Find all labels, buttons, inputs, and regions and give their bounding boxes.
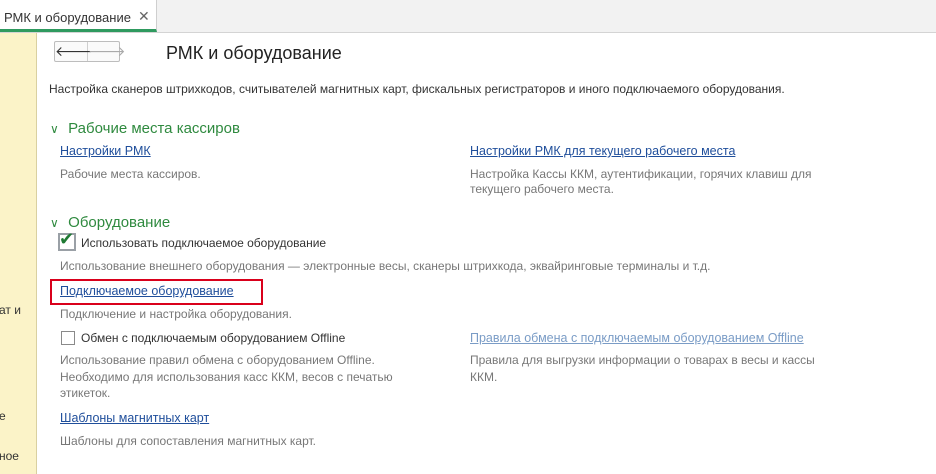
use-equipment-hint: Использование внешнего оборудования — эл… [60, 259, 711, 273]
nav-buttons: 🡐 🡒 [54, 41, 126, 62]
left-panel-text: ат и [0, 303, 21, 317]
group-cashiers-header[interactable]: ∨ Рабочие места кассиров [50, 120, 240, 137]
page-description: Настройка сканеров штрихкодов, считывате… [49, 82, 785, 96]
use-equipment-label: Использовать подключаемое оборудование [81, 236, 327, 250]
connected-equipment-link[interactable]: Подключаемое оборудование [60, 284, 234, 298]
tab-strip: РМК и оборудование ✕ [0, 0, 936, 33]
offline-rules-hint-2: ККМ. [470, 370, 498, 384]
forward-arrow-icon[interactable]: 🡒 [88, 42, 126, 61]
offline-exchange-checkbox[interactable] [61, 331, 75, 345]
back-arrow-icon[interactable]: 🡐 [55, 42, 93, 61]
tab-rmk-equipment[interactable]: РМК и оборудование ✕ [0, 0, 157, 32]
offline-exchange-hint: Использование правил обмена с оборудован… [60, 353, 375, 367]
rmk-settings-link[interactable]: Настройки РМК [60, 144, 151, 158]
offline-exchange-label: Обмен с подключаемым оборудованием Offli… [81, 331, 346, 345]
close-icon[interactable]: ✕ [138, 8, 150, 25]
chevron-down-icon: ∨ [50, 122, 59, 136]
group-equipment-title: Оборудование [68, 214, 171, 231]
offline-exchange-hint-3: этикеток. [60, 386, 111, 400]
offline-rules-link[interactable]: Правила обмена с подключаемым оборудован… [470, 331, 804, 345]
offline-exchange-hint-2: Необходимо для использования касс ККМ, в… [60, 370, 393, 384]
page-title: РМК и оборудование [166, 43, 342, 63]
checkmark-icon: ✔ [59, 229, 75, 249]
group-cashiers-title: Рабочие места кассиров [68, 120, 240, 137]
connected-equipment-hint: Подключение и настройка оборудования. [60, 307, 292, 321]
offline-rules-hint: Правила для выгрузки информации о товара… [470, 353, 815, 367]
tab-label: РМК и оборудование [4, 10, 131, 25]
rmk-settings-hint: Рабочие места кассиров. [60, 167, 201, 181]
left-panel: ат и е ное [0, 33, 37, 474]
magnetic-card-templates-link[interactable]: Шаблоны магнитных карт [60, 411, 209, 425]
left-panel-text: ное [0, 449, 19, 463]
chevron-down-icon: ∨ [50, 216, 59, 230]
magnetic-card-templates-hint: Шаблоны для сопоставления магнитных карт… [60, 434, 317, 448]
rmk-current-workplace-hint: Настройка Кассы ККМ, аутентификации, гор… [470, 167, 812, 181]
use-equipment-checkbox[interactable]: ✔ [58, 229, 76, 251]
left-panel-text: е [0, 409, 6, 423]
rmk-current-workplace-link[interactable]: Настройки РМК для текущего рабочего мест… [470, 144, 735, 158]
main-content: 🡐 🡒 РМК и оборудование Настройка сканеро… [37, 33, 936, 474]
rmk-current-workplace-hint-2: текущего рабочего места. [470, 182, 614, 196]
